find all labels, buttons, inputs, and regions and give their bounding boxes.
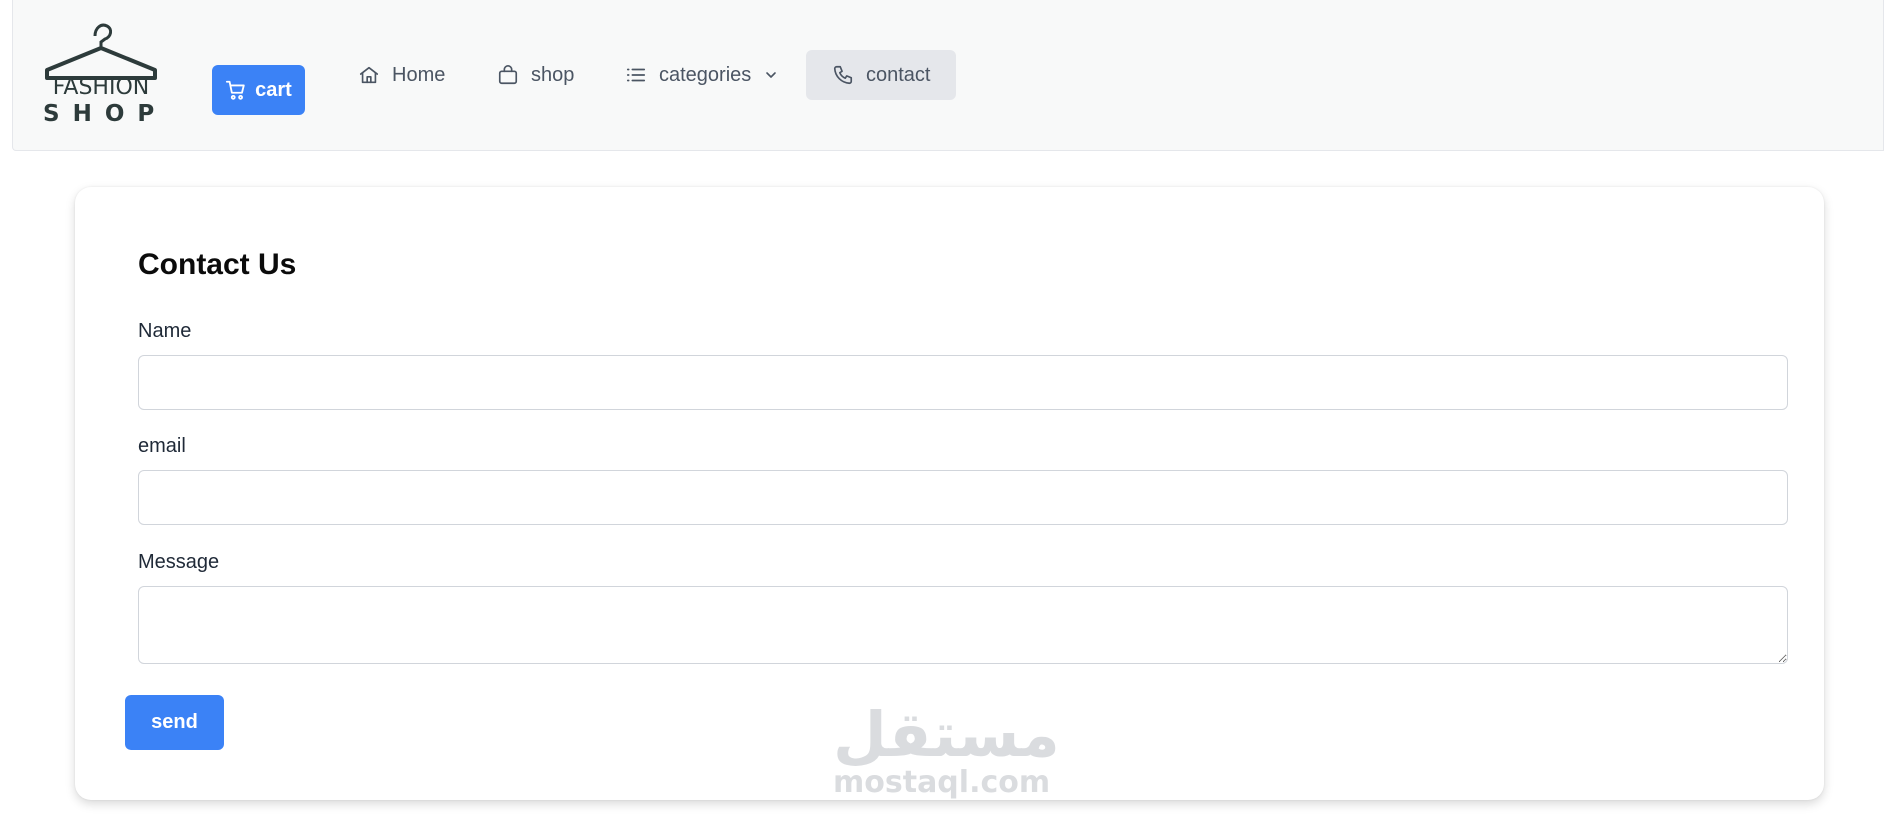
cart-button[interactable]: cart	[212, 65, 305, 115]
hanger-icon	[45, 23, 157, 80]
send-button[interactable]: send	[125, 695, 224, 750]
watermark-arabic-text: مستقل	[833, 698, 1060, 771]
nav-home-label: Home	[392, 63, 446, 86]
logo-text-shop: SHOP	[43, 101, 168, 127]
chevron-down-icon	[766, 72, 777, 78]
nav-shop-label: shop	[531, 63, 575, 86]
email-input[interactable]	[138, 470, 1788, 525]
fashion-shop-logo[interactable]: FASHION SHOP	[41, 18, 161, 128]
nav-shop-link[interactable]: shop	[483, 50, 588, 100]
nav-categories-dropdown[interactable]: categories	[611, 50, 793, 100]
cart-label: cart	[255, 78, 292, 101]
nav-home-link[interactable]: Home	[344, 50, 459, 100]
home-icon	[359, 66, 379, 84]
email-label: email	[138, 435, 186, 457]
message-textarea[interactable]	[138, 586, 1788, 664]
shopping-cart-icon	[226, 80, 245, 100]
shopping-bag-icon	[498, 65, 518, 85]
name-input[interactable]	[138, 355, 1788, 410]
nav-categories-label: categories	[659, 63, 752, 86]
phone-icon	[833, 65, 853, 85]
logo-text-fashion: FASHION	[52, 75, 150, 100]
page-title: Contact Us	[138, 248, 297, 281]
nav-contact-link[interactable]: contact	[806, 50, 956, 100]
top-navbar: FASHION SHOP cart Home shop categories c…	[12, 0, 1884, 151]
message-label: Message	[138, 551, 220, 573]
list-icon	[626, 68, 646, 82]
nav-contact-label: contact	[866, 63, 931, 86]
watermark-latin-text: mostaql.com	[833, 765, 1051, 800]
mostaql-watermark: مستقل mostaql.com	[833, 698, 1060, 810]
name-label: Name	[138, 320, 192, 342]
